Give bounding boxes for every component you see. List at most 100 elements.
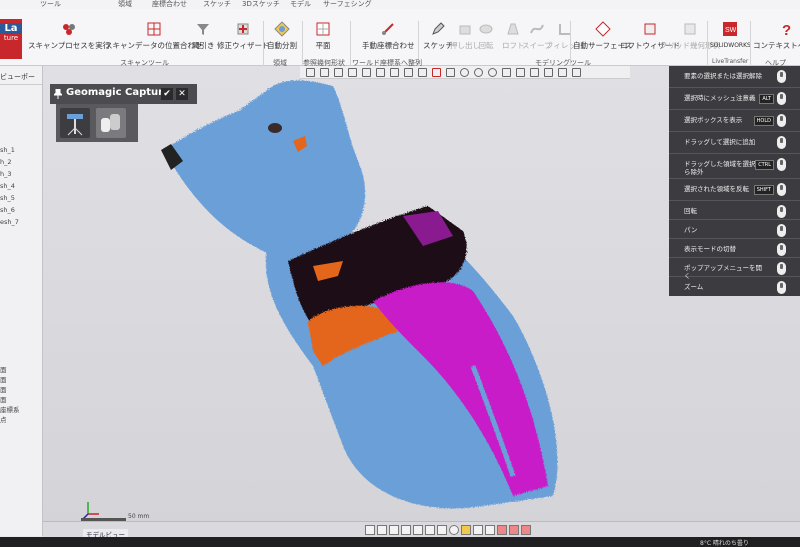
tree-item-mesh[interactable]: h_2: [0, 158, 12, 166]
pin-icon[interactable]: [54, 89, 62, 99]
view-tool-icon[interactable]: [460, 68, 469, 77]
mouse-icon: [777, 205, 786, 218]
view-tool-icon[interactable]: [446, 68, 455, 77]
tab-sketch[interactable]: スケッチ: [203, 0, 231, 9]
tab-region[interactable]: 領域: [118, 0, 132, 9]
ribbon-separator: [350, 21, 351, 67]
solidworks-button[interactable]: SW SOLIDWORKS: [710, 21, 751, 49]
revolve-button[interactable]: 回転: [478, 21, 494, 51]
display-mode-icon[interactable]: [461, 525, 471, 535]
svg-text:SW: SW: [725, 27, 737, 34]
hint-row: 選択された領域を反転 SHIFT: [669, 179, 800, 201]
svg-text:?: ?: [782, 22, 791, 37]
tab-model[interactable]: モデル: [290, 0, 311, 9]
selection-tool-icon[interactable]: [432, 68, 441, 77]
display-mode-icon[interactable]: [437, 525, 447, 535]
context-help-button[interactable]: ? コンテキストヘルプ: [753, 21, 800, 51]
close-button[interactable]: ✕: [176, 88, 188, 100]
extrude-button[interactable]: 押し出し: [450, 21, 480, 51]
os-taskbar: 8°C 晴れのち曇り: [0, 537, 800, 547]
plane-button[interactable]: 平面: [315, 21, 331, 51]
view-tool-icon[interactable]: [544, 68, 553, 77]
display-mode-icon[interactable]: [389, 525, 399, 535]
tree-item-ref[interactable]: 面: [0, 384, 7, 394]
tree-item-ref[interactable]: 面: [0, 374, 7, 384]
view-tool-icon[interactable]: [376, 68, 385, 77]
tab-tools[interactable]: ツール: [40, 0, 61, 9]
revolve-icon: [479, 24, 493, 34]
tree-item-ref[interactable]: 面: [0, 394, 7, 404]
hint-row: ドラッグして選択に追加: [669, 132, 800, 154]
cylinders-icon: [101, 114, 120, 132]
tree-item-mesh[interactable]: sh_1: [0, 146, 15, 154]
mesh-nose: [268, 123, 282, 133]
view-tool-icon[interactable]: [474, 68, 483, 77]
hint-row: ズーム: [669, 277, 800, 295]
view-tool-icon[interactable]: [558, 68, 567, 77]
view-tool-icon[interactable]: [320, 68, 329, 77]
display-mode-icon[interactable]: [425, 525, 435, 535]
ribbon-separator: [707, 21, 708, 67]
hint-row: 選択時にメッシュ注意義 ALT: [669, 88, 800, 110]
tree-item-mesh[interactable]: sh_6: [0, 206, 15, 214]
display-mode-icon[interactable]: [365, 525, 375, 535]
scan-process-button[interactable]: スキャンプロセスを実行: [28, 21, 110, 51]
view-tool-icon[interactable]: [418, 68, 427, 77]
manual-align-button[interactable]: 手動座標合わせ: [362, 21, 415, 51]
scanner-tool-button[interactable]: [60, 108, 90, 138]
tree-item-mesh[interactable]: sh_5: [0, 194, 15, 202]
tree-item-mesh[interactable]: sh_4: [0, 182, 15, 190]
pencil-icon: [432, 22, 445, 35]
tree-item-ref[interactable]: 点: [0, 414, 7, 424]
display-mode-icon[interactable]: [485, 525, 495, 535]
panel-title: Geomagic Capture: [66, 87, 170, 98]
view-tool-icon[interactable]: [404, 68, 413, 77]
display-mode-icon[interactable]: [497, 525, 507, 535]
fix-wizard-button[interactable]: 修正ウィザード: [217, 21, 270, 51]
tree-item-mesh[interactable]: h_3: [0, 170, 12, 178]
tab-surfacing[interactable]: サーフェシング: [323, 0, 372, 9]
display-mode-icon[interactable]: [509, 525, 519, 535]
solidworks-icon: SW: [723, 22, 738, 36]
auto-surface-icon: [594, 21, 611, 37]
scan-process-icon: [63, 24, 76, 35]
mouse-icon: [777, 243, 786, 256]
extrude-icon: [459, 25, 471, 35]
model-tree-panel: ビューポー sh_1 h_2 h_3 sh_4 sh_5 sh_6 esh_7 …: [0, 66, 43, 536]
view-tool-icon[interactable]: [362, 68, 371, 77]
view-tool-icon[interactable]: [334, 68, 343, 77]
view-tool-icon[interactable]: [306, 68, 315, 77]
scan-align-button[interactable]: スキャンデータの位置合わせ: [105, 21, 203, 51]
view-tool-icon[interactable]: [502, 68, 511, 77]
display-mode-icon[interactable]: [401, 525, 411, 535]
tree-item-mesh[interactable]: esh_7: [0, 218, 19, 226]
tree-item-ref[interactable]: 面: [0, 364, 7, 374]
view-tool-icon[interactable]: [488, 68, 497, 77]
hint-row: 表示モードの切替: [669, 239, 800, 258]
display-toolbar: [43, 521, 800, 537]
subtract-button[interactable]: 間引き: [192, 21, 215, 51]
view-toolbar: [300, 66, 630, 79]
ok-button[interactable]: ✔: [161, 88, 173, 100]
view-tool-icon[interactable]: [572, 68, 581, 77]
display-mode-icon[interactable]: [473, 525, 483, 535]
display-mode-icon[interactable]: [521, 525, 531, 535]
tab-3dsketch[interactable]: 3Dスケッチ: [242, 0, 280, 9]
display-mode-icon[interactable]: [377, 525, 387, 535]
auto-segment-button[interactable]: 自動分割: [267, 21, 297, 51]
tab-align[interactable]: 座標合わせ: [152, 0, 187, 9]
display-mode-icon[interactable]: [413, 525, 423, 535]
display-mode-icon[interactable]: [449, 525, 459, 535]
sketch-button[interactable]: スケッチ: [423, 21, 453, 51]
key-badge: CTRL: [755, 160, 774, 170]
axis-triad-icon: [82, 502, 99, 520]
view-tool-icon[interactable]: [348, 68, 357, 77]
mesh-tool-button[interactable]: [96, 108, 126, 138]
view-tool-icon[interactable]: [516, 68, 525, 77]
app-menu-button[interactable]: La ture: [0, 19, 22, 59]
key-badge: ALT: [759, 94, 774, 104]
tree-item-ref[interactable]: 座標系: [0, 404, 20, 414]
auto-segment-icon: [274, 21, 290, 37]
view-tool-icon[interactable]: [390, 68, 399, 77]
view-tool-icon[interactable]: [530, 68, 539, 77]
